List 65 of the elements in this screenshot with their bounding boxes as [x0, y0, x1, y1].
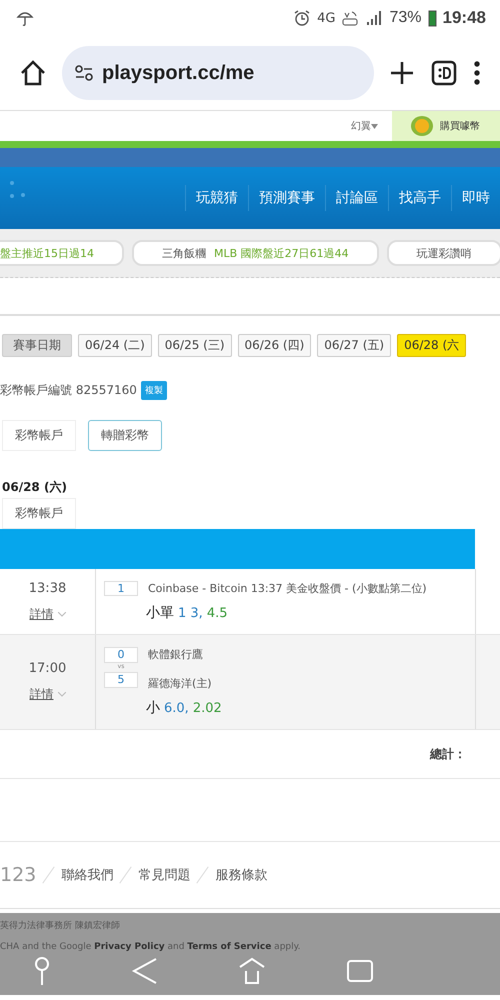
game-number: 1 — [104, 581, 138, 596]
menu-icon[interactable] — [472, 59, 482, 87]
account-number: 彩幣帳戶編號 82557160 — [0, 382, 137, 399]
pick-label: 小 — [146, 699, 160, 717]
ticker-text: 盤主推近15日過14 — [0, 246, 94, 260]
chevron-icon — [58, 692, 66, 697]
date-tab[interactable]: 06/27 (五) — [317, 334, 392, 357]
date-tab[interactable]: 06/25 (三) — [158, 334, 232, 357]
battery-icon — [428, 9, 437, 27]
recaptcha-notice: CHA and the Google Privacy Policy and Terms of Service apply. — [0, 942, 302, 952]
pick-line: 6.0, — [164, 701, 189, 716]
tabs-icon[interactable] — [430, 59, 458, 87]
nav-link[interactable]: 討論區 — [325, 185, 388, 211]
tune-icon — [74, 63, 94, 83]
coin-icon — [410, 115, 434, 137]
nav-link[interactable]: 找高手 — [388, 185, 451, 211]
details-link[interactable]: 詳情 — [30, 686, 66, 703]
pick-label: 小單 — [146, 604, 174, 622]
ticker-pill[interactable]: 三角飯糰 MLB 國際盤近27日61過44 — [132, 240, 379, 266]
battery-percent: 73% — [389, 9, 422, 27]
plus-icon[interactable] — [388, 59, 416, 87]
date-heading: 06/28 (六) — [1, 479, 68, 496]
buy-coins-label: 購買噱幣 — [440, 120, 480, 133]
pick-odds: 2.02 — [192, 701, 222, 716]
team-score: 0 — [104, 647, 138, 663]
account-tab[interactable]: 轉贈彩幣 — [88, 420, 162, 451]
game-title: Coinbase - Bitcoin 13:37 美金收盤價 - (小數點第二位) — [148, 581, 427, 596]
details-link[interactable]: 詳情 — [30, 606, 66, 622]
recents-icon[interactable] — [346, 957, 374, 985]
pick-line: 1 3, — [178, 606, 203, 621]
total-label: 總計： — [430, 746, 466, 762]
back-icon[interactable] — [130, 957, 158, 985]
game-time: 13:38 — [28, 580, 66, 596]
nav-link[interactable]: 玩競猜 — [185, 185, 248, 211]
footer-link[interactable]: 服務條款 — [215, 866, 268, 884]
account-tab[interactable]: 彩幣帳戶 — [2, 420, 76, 451]
lawyer-credit: 英得力法律事務所 陳鎮宏律師 — [0, 920, 121, 932]
team-name: 軟體銀行鷹 — [148, 647, 204, 662]
address-bar[interactable]: playsport.cc/me — [62, 46, 374, 100]
date-tab[interactable]: 06/28 (六 — [397, 334, 466, 357]
date-label: 賽事日期 — [2, 334, 72, 357]
footer-link[interactable]: 聯絡我們 — [61, 866, 114, 884]
game-time: 17:00 — [28, 661, 66, 676]
network-label: 4G — [317, 10, 336, 26]
date-tab[interactable]: 06/24 (二) — [78, 334, 152, 357]
clock: 19:48 — [442, 8, 486, 28]
buy-coins-banner[interactable]: 購買噱幣 — [392, 111, 500, 141]
ticker-text: 三角飯糰 — [162, 246, 206, 260]
ticker-pill[interactable]: 玩運彩讚哨 — [386, 240, 500, 266]
chevron-icon — [58, 612, 66, 616]
team-score: 5 — [104, 672, 138, 688]
caret-icon — [371, 124, 378, 128]
account-tab[interactable]: 彩幣帳戶 — [2, 498, 76, 529]
pick-odds: 4.5 — [206, 606, 228, 621]
nav-link[interactable]: 即時 — [451, 185, 500, 211]
volte-icon — [341, 9, 360, 27]
footer-link[interactable]: 常見問題 — [138, 866, 190, 884]
alarm-icon — [293, 9, 312, 27]
ticker-text: MLB 國際盤近27日61過44 — [214, 246, 349, 260]
signal-icon — [365, 9, 384, 27]
date-tab[interactable]: 06/26 (四) — [238, 334, 312, 357]
team-name: 羅德海洋(主) — [148, 676, 212, 691]
nav-link[interactable]: 預測賽事 — [248, 185, 325, 211]
dots-drawing — [8, 179, 28, 201]
ticker-text: 玩運彩讚哨 — [416, 246, 472, 260]
